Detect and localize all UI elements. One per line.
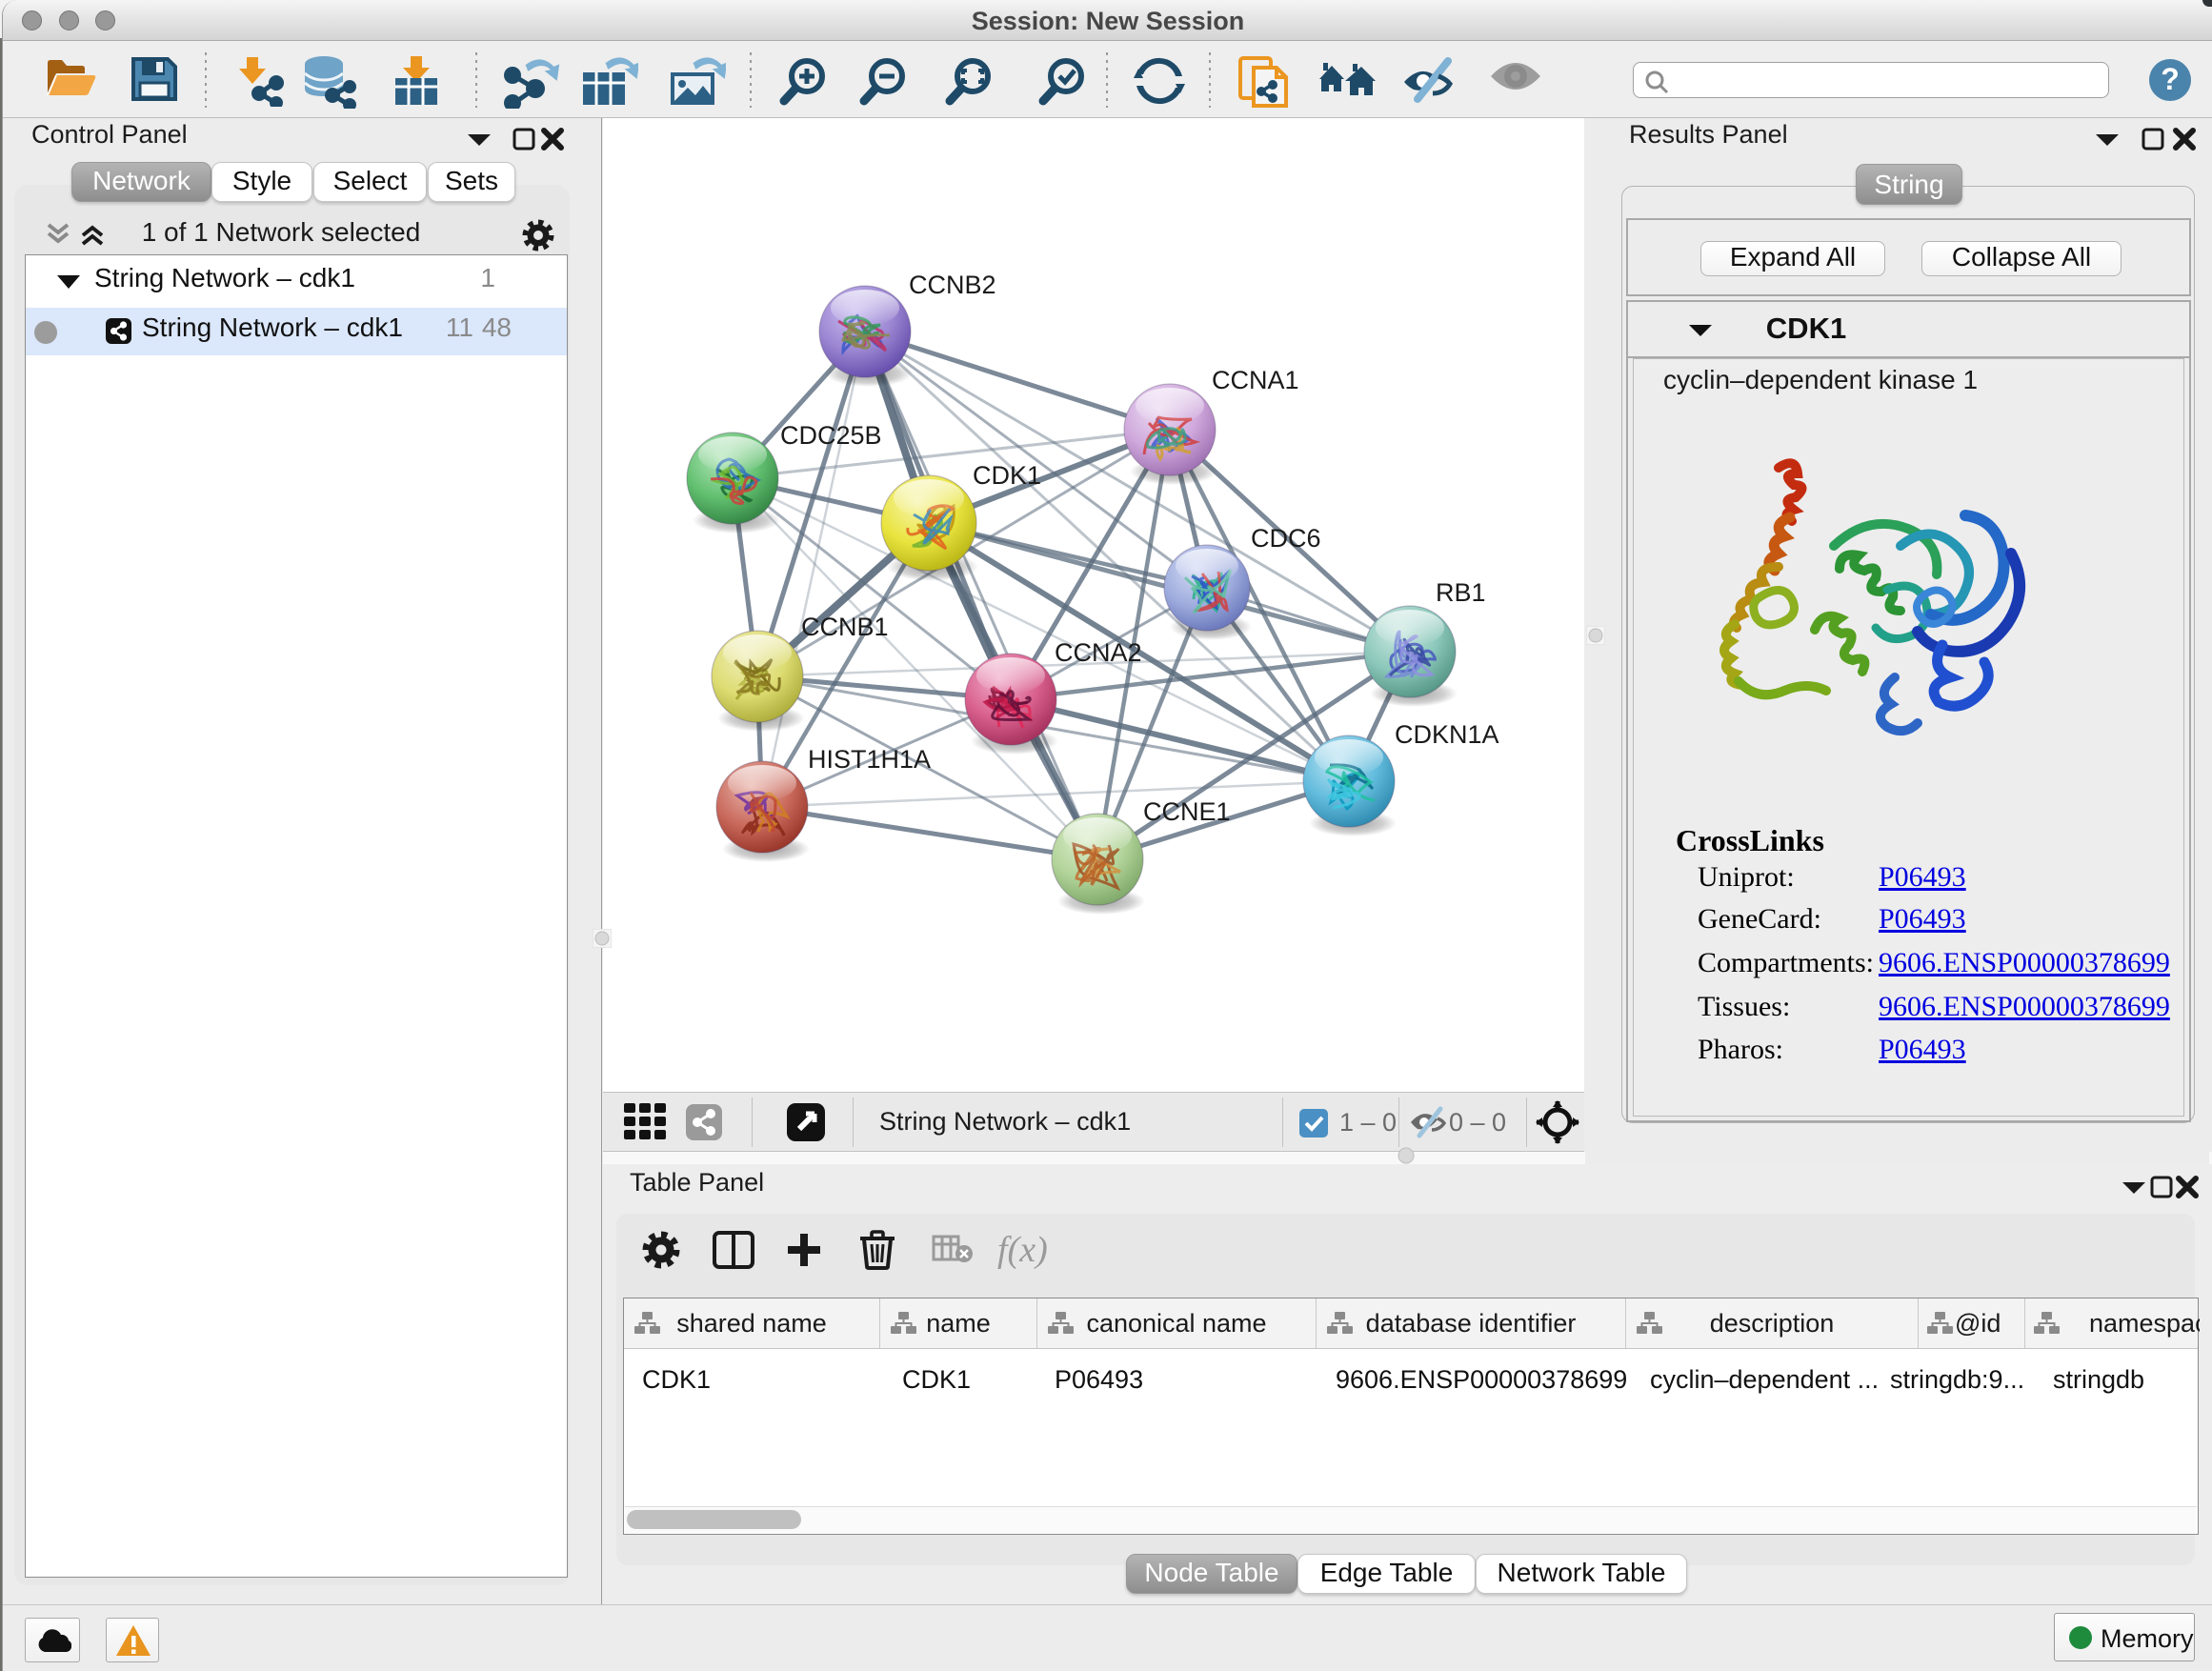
- svg-text:CCNA2: CCNA2: [1055, 638, 1142, 667]
- svg-text:CDK1: CDK1: [973, 461, 1041, 490]
- svg-text:HIST1H1A: HIST1H1A: [808, 745, 931, 774]
- svg-text:CCNB1: CCNB1: [801, 613, 889, 641]
- svg-text:CDC25B: CDC25B: [780, 421, 882, 450]
- svg-text:CCNE1: CCNE1: [1143, 797, 1231, 826]
- svg-text:CCNA1: CCNA1: [1212, 366, 1299, 394]
- svg-text:?: ?: [2161, 62, 2180, 96]
- svg-text:RB1: RB1: [1436, 578, 1486, 607]
- svg-text:CDC6: CDC6: [1251, 524, 1321, 553]
- svg-text:CCNB2: CCNB2: [909, 271, 996, 299]
- svg-text:CDKN1A: CDKN1A: [1395, 720, 1499, 749]
